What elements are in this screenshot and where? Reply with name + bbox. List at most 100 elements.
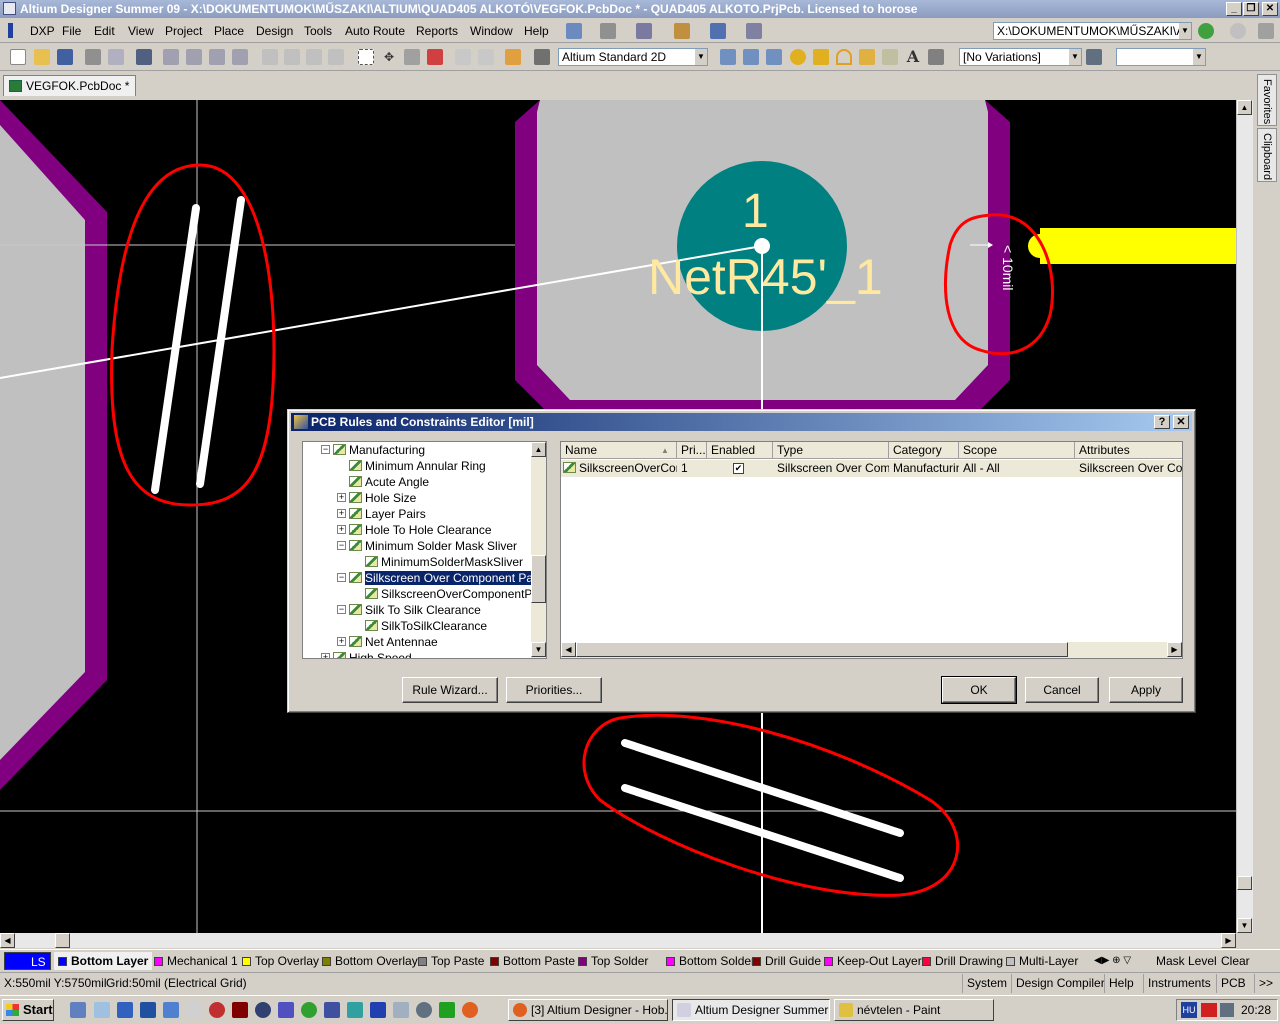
wire-tool-icon[interactable] [566, 23, 582, 39]
rules-grid[interactable]: Name Pri... Enabled Type Category Scope … [560, 441, 1183, 659]
col-category[interactable]: Category [889, 442, 959, 459]
rubber-stamp-icon[interactable] [328, 49, 344, 65]
new-doc-icon[interactable] [10, 49, 26, 65]
scroll-up-icon[interactable]: ▲ [531, 442, 546, 457]
scroll-down-icon[interactable]: ▼ [1237, 918, 1252, 933]
quicklaunch-app2-icon[interactable] [278, 1002, 294, 1018]
layer-tab[interactable]: Keep-Out Layer [824, 952, 922, 970]
quicklaunch-word-icon[interactable] [140, 1002, 156, 1018]
menu-reports[interactable]: Reports [416, 24, 458, 38]
scroll-down-icon[interactable]: ▼ [531, 642, 546, 657]
align-tool-icon[interactable] [600, 23, 616, 39]
restore-button[interactable]: ❐ [1243, 2, 1259, 16]
layer-tab[interactable]: Bottom Layer [54, 952, 153, 970]
copy-icon[interactable] [284, 49, 300, 65]
grid-hscrollbar[interactable]: ◀ ▶ [561, 642, 1182, 658]
tree-node[interactable]: High Speed [333, 650, 412, 658]
tree-expander-icon[interactable]: − [337, 605, 346, 614]
col-scope[interactable]: Scope [959, 442, 1075, 459]
tree-node[interactable]: Hole To Hole Clearance [349, 522, 492, 538]
scroll-left-icon[interactable]: ◀ [561, 642, 576, 657]
minimize-button[interactable]: _ [1226, 2, 1242, 16]
taskbar-altium[interactable]: Altium Designer Summer ... [672, 999, 830, 1021]
tree-node[interactable]: Minimum Annular Ring [349, 458, 486, 474]
col-attributes[interactable]: Attributes [1075, 442, 1182, 459]
tab-clipboard[interactable]: Clipboard [1257, 128, 1277, 182]
view-mode-combo[interactable]: Altium Standard 2D ▼ [558, 48, 708, 66]
layer-tab[interactable]: LS [4, 952, 51, 970]
quicklaunch-app3-icon[interactable] [324, 1002, 340, 1018]
cut-icon[interactable] [262, 49, 278, 65]
tree-expander-icon[interactable]: − [321, 445, 330, 454]
array-paste-icon[interactable] [928, 49, 944, 65]
panel-help[interactable]: Help [1104, 974, 1138, 993]
layer-nav-icon[interactable]: ◀▶ ⊕ ▽ [1094, 952, 1150, 970]
zoom-selected-icon[interactable] [209, 49, 225, 65]
scroll-thumb[interactable] [1237, 876, 1252, 890]
apply-button[interactable]: Apply [1109, 677, 1183, 703]
project-path-combo[interactable]: X:\DOKUMENTUMOK\MŰSZAKI\ALTIUM▼ [993, 22, 1192, 40]
help-button[interactable]: ? [1154, 415, 1170, 429]
quicklaunch-refresh-icon[interactable] [301, 1002, 317, 1018]
tree-expander-icon[interactable]: + [337, 509, 346, 518]
quicklaunch-app4-icon[interactable] [347, 1002, 363, 1018]
diff-pair-route-icon[interactable] [743, 49, 759, 65]
layer-tab[interactable]: Multi-Layer [1006, 952, 1078, 970]
layer-tool-icon[interactable] [710, 23, 726, 39]
taskbar-paint[interactable]: névtelen - Paint [834, 999, 994, 1021]
save-icon[interactable] [57, 49, 73, 65]
print-preview-icon[interactable] [108, 49, 124, 65]
layer-tab[interactable]: Top Overlay [242, 952, 319, 970]
tree-expander-icon[interactable]: − [337, 573, 346, 582]
paste-icon[interactable] [306, 49, 322, 65]
cancel-button[interactable]: Cancel [1025, 677, 1099, 703]
browse-component-icon[interactable] [534, 49, 550, 65]
quicklaunch-explorer-icon[interactable] [94, 1002, 110, 1018]
document-tab-vegfok[interactable]: VEGFOK.PcbDoc * [3, 75, 137, 96]
interactive-route-icon[interactable] [720, 49, 736, 65]
layer-tab[interactable]: Drill Guide [752, 952, 821, 970]
menu-design[interactable]: Design [256, 24, 293, 38]
deselect-icon[interactable] [427, 49, 443, 65]
layer-tab[interactable]: Drill Drawing [922, 952, 1003, 970]
start-button[interactable]: Start [2, 999, 54, 1021]
tree-scrollbar[interactable]: ▲ ▼ [531, 442, 546, 658]
nav-options-icon[interactable] [1258, 23, 1274, 39]
col-type[interactable]: Type [773, 442, 889, 459]
tree-expander-icon[interactable]: + [337, 637, 346, 646]
panel-more[interactable]: >> [1254, 974, 1277, 993]
layer-tab[interactable]: Top Paste [418, 952, 484, 970]
menu-autoroute[interactable]: Auto Route [345, 24, 405, 38]
menu-window[interactable]: Window [470, 24, 513, 38]
place-pad-icon[interactable] [790, 49, 806, 65]
vertical-scrollbar[interactable]: ▲ ▼ [1236, 100, 1253, 933]
quicklaunch-ie-icon[interactable] [117, 1002, 133, 1018]
scroll-up-icon[interactable]: ▲ [1237, 100, 1252, 115]
menu-place[interactable]: Place [214, 24, 244, 38]
taskbar-firefox[interactable]: [3] Altium Designer - Hob... [508, 999, 668, 1021]
undo-icon[interactable] [455, 49, 471, 65]
zoom-fit-icon[interactable] [163, 49, 179, 65]
col-name[interactable]: Name [561, 442, 677, 459]
layers-icon[interactable] [136, 49, 152, 65]
tree-scroll-thumb[interactable] [531, 555, 546, 603]
menu-edit[interactable]: Edit [94, 24, 115, 38]
place-via-icon[interactable] [813, 49, 829, 65]
layer-tab[interactable]: Bottom Overlay [322, 952, 418, 970]
tree-node[interactable]: SilkToSilkClearance [365, 618, 487, 634]
close-button[interactable]: ✕ [1262, 2, 1278, 16]
panel-pcb[interactable]: PCB [1216, 974, 1250, 993]
tab-favorites[interactable]: Favorites [1257, 74, 1277, 126]
tree-node[interactable]: MinimumSolderMaskSliver [365, 554, 523, 570]
col-priority[interactable]: Pri... [677, 442, 707, 459]
scroll-right-icon[interactable]: ▶ [1167, 642, 1182, 657]
layer-tab[interactable]: Bottom Paste [490, 952, 575, 970]
tree-expander-icon[interactable]: − [337, 541, 346, 550]
menu-tools[interactable]: Tools [304, 24, 332, 38]
rule-wizard-button[interactable]: Rule Wizard... [402, 677, 498, 703]
redo-icon[interactable] [478, 49, 494, 65]
quicklaunch-desktop-icon[interactable] [70, 1002, 86, 1018]
quicklaunch-app5-icon[interactable] [416, 1002, 432, 1018]
highlight-icon[interactable] [505, 49, 521, 65]
tree-node[interactable]: Hole Size [349, 490, 416, 506]
